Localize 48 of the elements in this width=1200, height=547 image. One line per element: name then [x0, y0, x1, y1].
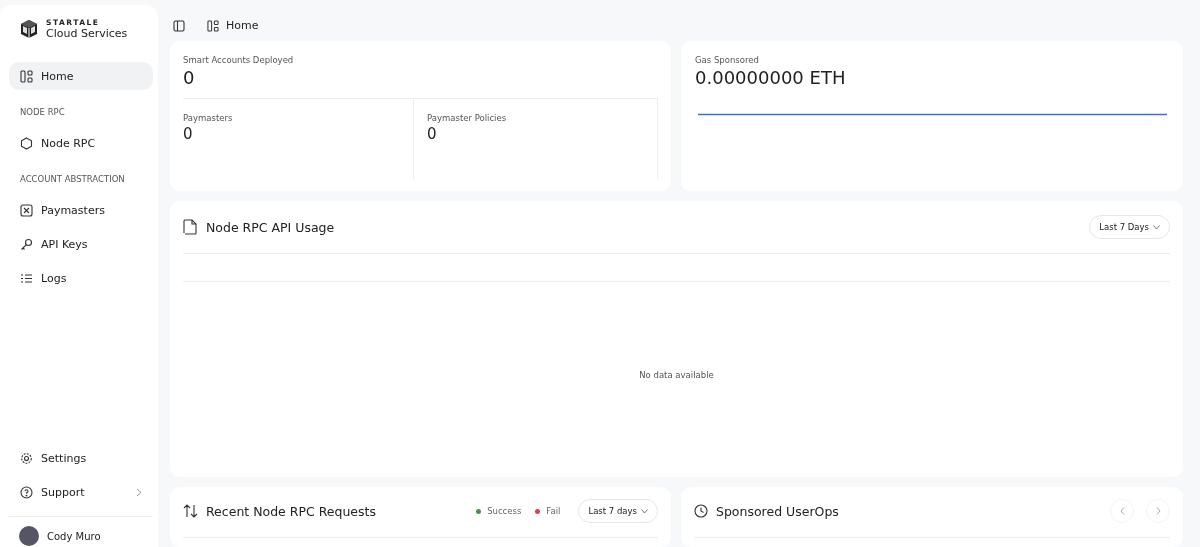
chevron-right-icon	[1155, 507, 1161, 515]
chevron-down-icon	[641, 508, 648, 514]
stat-value: 0.00000000 ETH	[695, 67, 847, 88]
nav-item[interactable]: Logs	[9, 264, 153, 292]
card-title: Sponsored UserOps	[716, 503, 840, 519]
stat-value: 0	[183, 125, 194, 143]
breadcrumb[interactable]: Home	[226, 19, 259, 32]
empty-message: No data available	[639, 369, 714, 380]
stat-label: Smart Accounts Deployed	[183, 55, 295, 65]
settings-icon	[20, 451, 33, 465]
avatar	[19, 526, 39, 546]
chevron-down-icon	[1153, 224, 1160, 230]
nav-item[interactable]: Home	[9, 62, 153, 90]
stat-label: Paymasters	[183, 113, 234, 123]
previous-page-button[interactable]	[1110, 499, 1134, 523]
sort-arrows-icon	[183, 504, 198, 518]
chevron-left-icon	[1119, 507, 1125, 515]
range-dropdown[interactable]: Last 7 Days	[1089, 215, 1170, 239]
card-title: Recent Node RPC Requests	[206, 503, 377, 519]
legend-label: Success	[487, 506, 522, 516]
dashboard-icon	[20, 69, 33, 83]
nav-item[interactable]: API Keys	[9, 230, 153, 258]
nav-section-label: ACCOUNT ABSTRACTION	[19, 173, 126, 186]
list-icon	[20, 271, 33, 285]
help-icon	[20, 485, 33, 499]
binary-file-icon	[183, 219, 198, 235]
nav-item[interactable]: Support	[9, 478, 153, 506]
x-square-icon	[20, 203, 33, 217]
range-dropdown[interactable]: Last 7 days	[578, 499, 658, 523]
stat-value: 0	[427, 125, 438, 143]
cube-logo-icon	[19, 19, 39, 39]
stat-value: 0	[183, 67, 196, 88]
stat-label: Gas Sponsored	[695, 55, 760, 65]
key-icon	[20, 237, 33, 251]
stat-label: Paymaster Policies	[427, 113, 508, 123]
hexagon-icon	[20, 136, 33, 150]
nav-item[interactable]: Node RPC	[9, 129, 153, 157]
next-page-button[interactable]	[1146, 499, 1170, 523]
logo-product: Cloud Services	[46, 27, 128, 40]
sidebar-toggle-icon[interactable]	[173, 19, 185, 32]
nav-item[interactable]: Paymasters	[9, 196, 153, 224]
nav-item[interactable]: Settings	[9, 444, 153, 472]
user-name: Cody Muro	[47, 530, 101, 542]
card-title: Node RPC API Usage	[206, 219, 336, 235]
legend-label: Fail	[546, 506, 561, 516]
clock-icon	[694, 504, 708, 518]
nav-section-label: NODE RPC	[19, 106, 66, 119]
dashboard-icon	[207, 19, 219, 32]
